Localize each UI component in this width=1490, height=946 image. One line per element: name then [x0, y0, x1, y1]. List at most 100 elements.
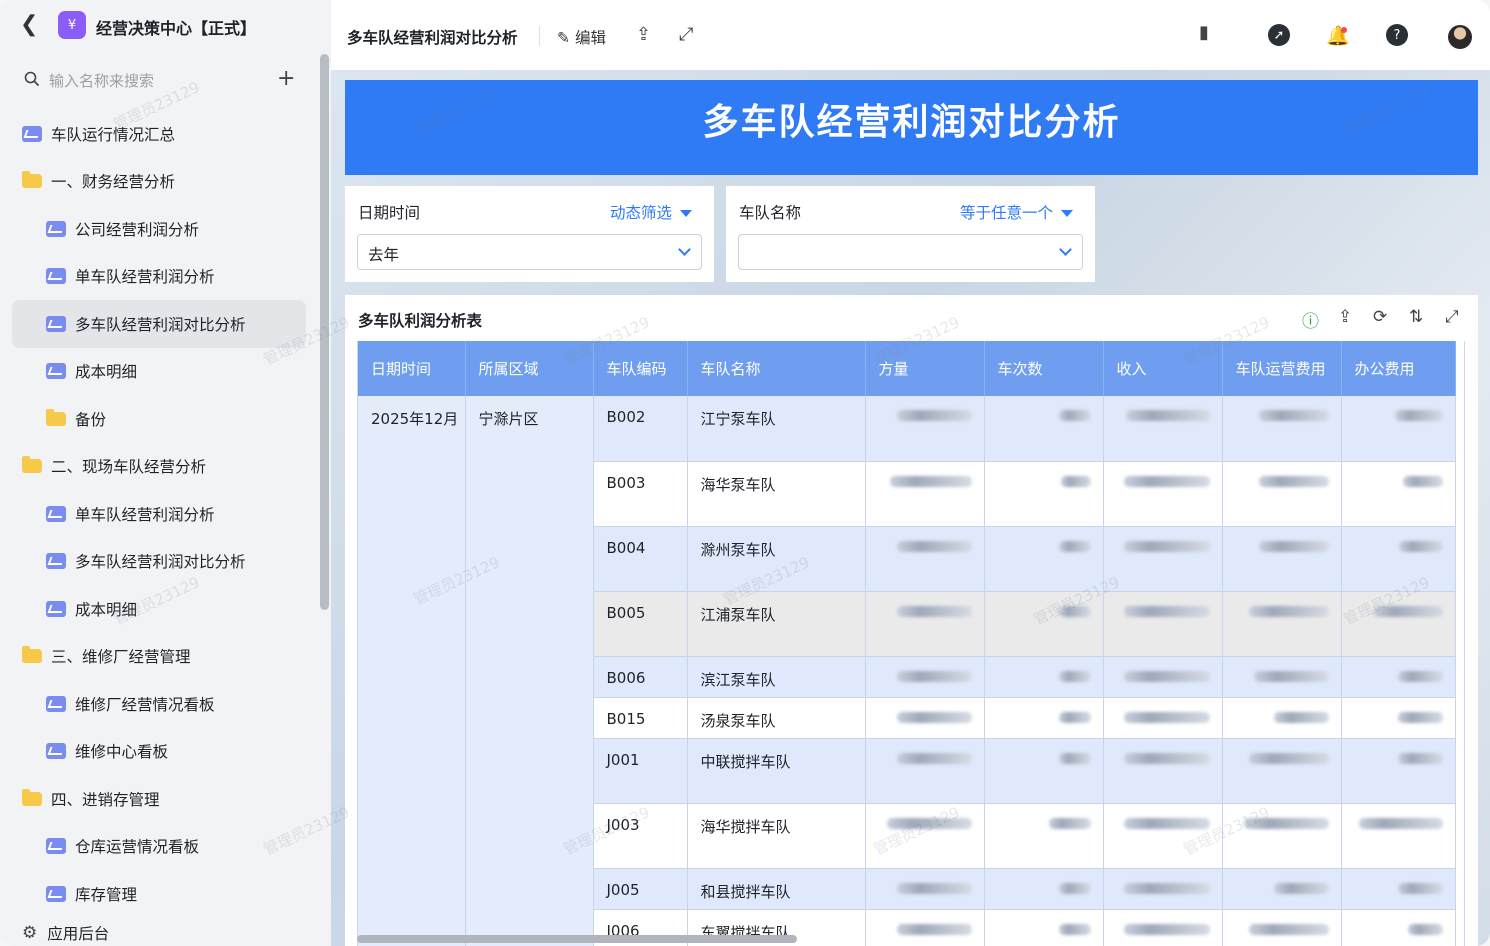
redacted-value — [889, 475, 972, 487]
sidebar-folder[interactable]: 一、财务经营分析 — [0, 158, 318, 206]
sort-icon[interactable]: ⇅ — [1409, 307, 1423, 327]
fullscreen-icon[interactable]: ⤢ — [679, 24, 693, 45]
column-header[interactable]: 车队编码 — [593, 341, 688, 396]
filter-mode-dropdown[interactable]: 动态筛选 — [610, 201, 692, 223]
redacted-value — [1123, 817, 1210, 829]
sidebar-item[interactable]: 维修厂经营情况看板 — [0, 680, 318, 728]
sidebar-item[interactable]: 成本明细 — [0, 348, 318, 396]
cell-fleet-code: B006 — [593, 656, 688, 698]
redacted-value — [1048, 817, 1091, 829]
sidebar-item-active[interactable]: 多车队经营利润对比分析 — [12, 300, 306, 348]
filter-select[interactable]: 去年 — [357, 234, 702, 270]
compass-icon[interactable]: ➚ — [1268, 24, 1290, 46]
back-icon[interactable]: ❮ — [20, 12, 38, 37]
cell-redacted — [1103, 656, 1223, 698]
avatar[interactable] — [1448, 25, 1472, 49]
cell-fleet-code: B005 — [593, 591, 688, 657]
filter-mode-dropdown[interactable]: 等于任意一个 — [960, 201, 1073, 223]
help-icon[interactable]: ? — [1386, 24, 1408, 46]
redacted-value — [1358, 817, 1443, 829]
table-row[interactable]: 2025年12月 宁滁片区 B002 江宁泵车队 — [358, 396, 1456, 946]
export-icon[interactable]: ⇪ — [1338, 307, 1352, 327]
redacted-value — [896, 605, 972, 617]
filter-select[interactable] — [738, 234, 1083, 270]
column-header[interactable]: 办公费用 — [1341, 341, 1456, 396]
cell-fleet-name: 海华泵车队 — [687, 461, 866, 527]
sidebar-scrollbar[interactable] — [320, 54, 329, 610]
refresh-icon[interactable]: ⟳ — [1373, 307, 1387, 327]
cell-redacted — [1103, 526, 1223, 592]
sidebar-folder[interactable]: 四、进销存管理 — [0, 775, 318, 823]
redacted-value — [896, 410, 972, 421]
cell-redacted — [865, 526, 985, 592]
sidebar-item[interactable]: 单车队经营利润分析 — [0, 490, 318, 538]
add-icon[interactable]: + — [277, 66, 295, 91]
sidebar-folder[interactable]: 三、维修厂经营管理 — [0, 633, 318, 681]
cell-redacted — [1341, 738, 1456, 804]
cell-redacted — [1222, 868, 1342, 910]
info-icon[interactable]: ⓘ — [1302, 307, 1319, 332]
sidebar-item[interactable]: 维修中心看板 — [0, 728, 318, 776]
edit-button[interactable]: ✎ 编辑 — [557, 26, 606, 48]
search-icon — [24, 71, 40, 87]
cell-redacted — [1103, 738, 1223, 804]
fullscreen-icon[interactable]: ⤢ — [1445, 307, 1459, 327]
cell-redacted — [1103, 591, 1223, 657]
book-icon[interactable]: ▮ — [1199, 22, 1209, 43]
table-scrollbar[interactable] — [357, 935, 797, 943]
column-header[interactable]: 日期时间 — [358, 341, 466, 396]
cell-redacted — [865, 868, 985, 910]
search-input[interactable]: 输入名称来搜索 — [24, 68, 294, 94]
redacted-value — [1060, 475, 1091, 487]
data-table: 日期时间 所属区域 车队编码 车队名称 方量 车次数 收入 车队运营费用 办公费… — [357, 341, 1465, 946]
column-header[interactable]: 所属区域 — [465, 341, 594, 396]
cell-fleet-code: J005 — [593, 868, 688, 910]
cell-redacted — [984, 803, 1104, 869]
sidebar-item-label: 三、维修厂经营管理 — [51, 648, 191, 667]
sidebar-item-label: 单车队经营利润分析 — [75, 505, 215, 524]
share-icon[interactable]: ⇪ — [636, 24, 651, 45]
column-header[interactable]: 车次数 — [984, 341, 1104, 396]
redacted-value — [886, 817, 972, 829]
cell-fleet-name: 汤泉泵车队 — [687, 697, 866, 739]
cell-fleet-name: 滁州泵车队 — [687, 526, 866, 592]
redacted-value — [1397, 752, 1443, 764]
filter-fleet: 车队名称 等于任意一个 — [726, 186, 1095, 282]
column-header[interactable]: 收入 — [1103, 341, 1223, 396]
redacted-value — [1397, 670, 1443, 682]
divider — [539, 26, 540, 46]
folder-icon — [46, 408, 66, 426]
redacted-value — [1398, 540, 1443, 552]
cell-redacted — [1341, 591, 1456, 657]
sidebar-folder[interactable]: 备份 — [0, 395, 318, 443]
dashboard-icon — [46, 268, 66, 285]
column-header[interactable]: 车队名称 — [687, 341, 866, 396]
sidebar-item[interactable]: 多车队经营利润对比分析 — [0, 538, 318, 586]
column-header[interactable]: 方量 — [865, 341, 985, 396]
column-header[interactable]: 车队运营费用 — [1222, 341, 1342, 396]
dashboard-icon — [46, 695, 66, 712]
sidebar-item[interactable]: 车队运行情况汇总 — [0, 110, 318, 158]
cell-redacted — [1341, 697, 1456, 739]
sidebar-item[interactable]: 仓库运营情况看板 — [0, 823, 318, 871]
sidebar-item[interactable]: 单车队经营利润分析 — [0, 253, 318, 301]
sidebar-item[interactable]: 库存管理 — [0, 870, 318, 918]
filter-label: 日期时间 — [358, 204, 421, 222]
search-placeholder: 输入名称来搜索 — [49, 72, 155, 90]
redacted-value — [1402, 475, 1443, 487]
sidebar-item[interactable]: 成本明细 — [0, 585, 318, 633]
dashboard-icon — [46, 363, 66, 380]
redacted-value — [896, 540, 972, 552]
cell-redacted — [1341, 396, 1456, 462]
cell-redacted — [865, 697, 985, 739]
cell-redacted — [1222, 396, 1342, 462]
cell-redacted — [984, 868, 1104, 910]
app-admin-link[interactable]: ⚙ 应用后台 — [0, 920, 318, 946]
gear-icon: ⚙ — [22, 923, 38, 943]
sidebar-item[interactable]: 公司经营利润分析 — [0, 205, 318, 253]
cell-redacted — [1341, 461, 1456, 527]
dashboard-canvas: 多车队经营利润对比分析 日期时间 动态筛选 去年 车队名称 等于任意一个 多车队… — [331, 70, 1490, 946]
sidebar-item-label: 多车队经营利润对比分析 — [75, 553, 246, 572]
sidebar-folder[interactable]: 二、现场车队经营分析 — [0, 443, 318, 491]
folder-icon — [22, 788, 42, 806]
